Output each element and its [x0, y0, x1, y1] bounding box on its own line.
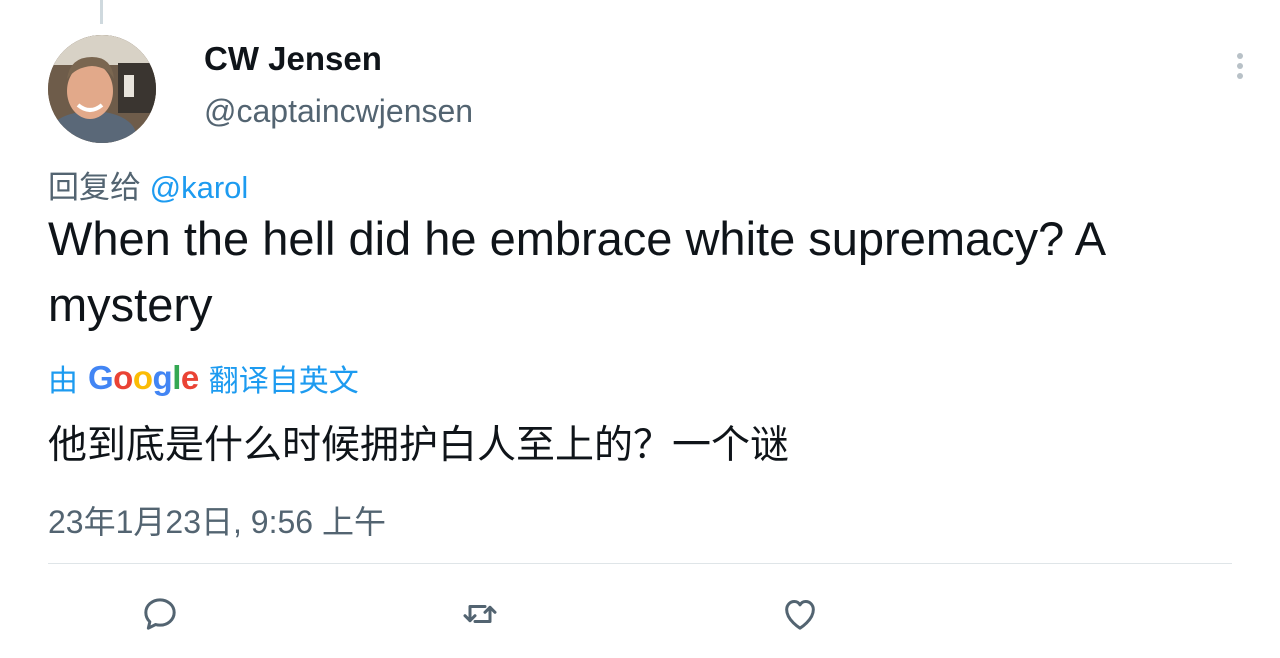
more-options-icon[interactable]	[1226, 50, 1254, 80]
reply-button[interactable]	[136, 590, 184, 638]
reply-prefix: 回复给	[48, 170, 141, 205]
avatar[interactable]	[48, 35, 156, 143]
reply-icon	[144, 598, 176, 630]
retweet-icon	[463, 605, 497, 623]
timestamp[interactable]: 23年1月23日, 9:56 上午	[48, 497, 386, 543]
avatar-image	[48, 35, 156, 143]
translation-prefix: 由	[48, 365, 78, 398]
retweet-button[interactable]	[456, 590, 504, 638]
translation-suffix: 翻译自英文	[208, 365, 359, 398]
translated-text: 他到底是什么时候拥护白人至上的？一个谜	[48, 424, 790, 467]
author-handle[interactable]: @captaincwjensen	[204, 93, 473, 130]
translation-attribution[interactable]: 由 Google 翻译自英文	[48, 356, 359, 400]
reply-mention-link[interactable]: @karol	[150, 170, 249, 205]
divider	[48, 563, 1232, 564]
like-icon	[785, 600, 815, 630]
thread-connector-line	[100, 0, 103, 24]
author-name[interactable]: CW Jensen	[204, 40, 382, 78]
google-logo: Google	[88, 359, 199, 396]
like-button[interactable]	[776, 590, 824, 638]
tweet-text: When the hell did he embrace white supre…	[48, 212, 1104, 331]
reply-to-line: 回复给 @karol	[48, 162, 248, 207]
